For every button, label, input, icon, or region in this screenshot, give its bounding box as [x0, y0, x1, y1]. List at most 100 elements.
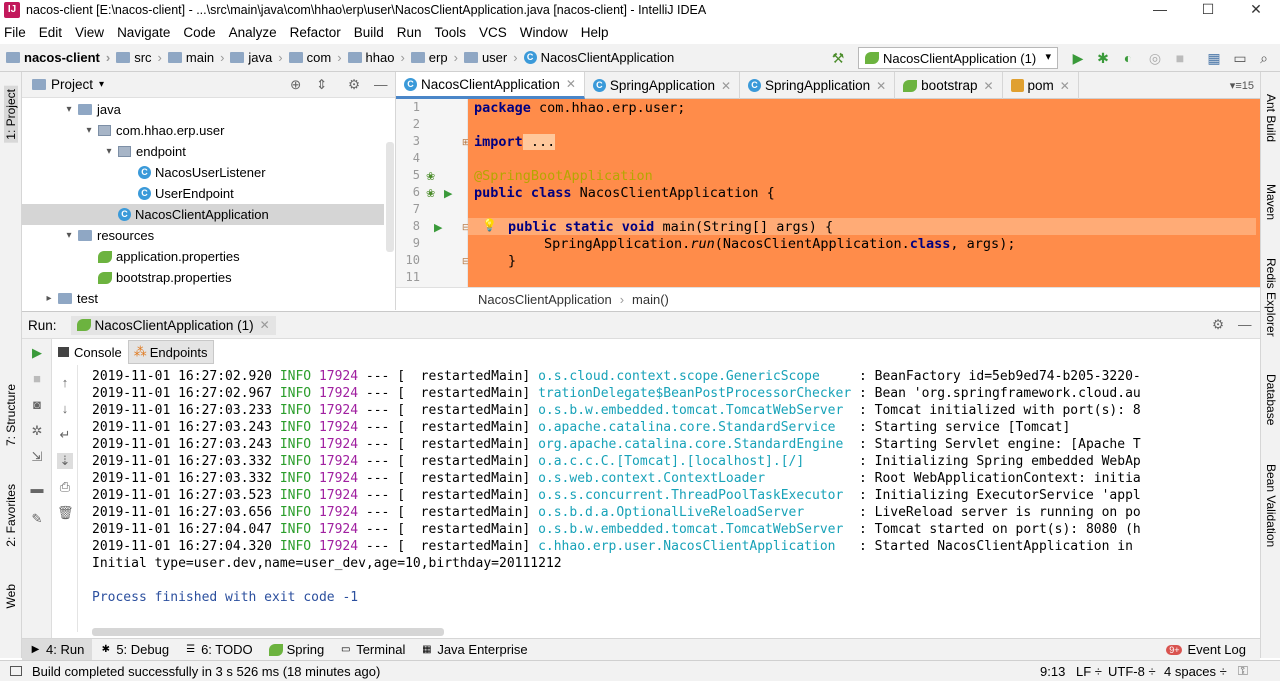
hide-icon[interactable]: — [374, 77, 388, 92]
run-icon[interactable]: ▶ [1070, 50, 1086, 66]
console-output[interactable]: 2019-11-01 16:27:02.920 INFO 17924 --- [ res… [92, 368, 1260, 628]
indent-setting[interactable]: 4 spaces ÷ [1164, 664, 1227, 679]
close-icon[interactable]: ✕ [260, 318, 270, 332]
project-structure-icon[interactable]: ▦ [1206, 50, 1222, 66]
settings-icon[interactable]: ✲ [29, 423, 45, 439]
tree-item[interactable]: ▾ resources [22, 225, 384, 246]
close-icon[interactable]: ✕ [876, 79, 886, 93]
expand-arrow-icon[interactable]: ▾ [62, 230, 76, 241]
close-icon[interactable]: ✕ [566, 77, 576, 91]
tree-item[interactable]: application.properties [22, 246, 384, 267]
menu-run[interactable]: Run [397, 25, 422, 40]
line-separator[interactable]: LF ÷ [1076, 664, 1102, 679]
menu-code[interactable]: Code [183, 25, 215, 40]
menu-help[interactable]: Help [581, 25, 609, 40]
spring-bean-icon[interactable]: ❀ [426, 170, 435, 183]
expand-arrow-icon[interactable]: ▾ [62, 104, 76, 115]
maximize-button[interactable]: ☐ [1184, 0, 1232, 20]
stop-icon[interactable]: ■ [29, 371, 45, 387]
menu-edit[interactable]: Edit [39, 25, 62, 40]
menu-build[interactable]: Build [354, 25, 384, 40]
menu-window[interactable]: Window [520, 25, 568, 40]
run-configuration-select[interactable]: NacosClientApplication (1) ▾ [858, 47, 1058, 69]
tab-endpoints[interactable]: ⁂ Endpoints [127, 340, 214, 364]
tool-tab-bean-validation[interactable]: Bean Validation [1264, 464, 1278, 547]
tab-overflow-button[interactable]: ▾≡15 [1230, 79, 1254, 92]
breadcrumb-project[interactable]: nacos-client › [6, 50, 110, 65]
profile-icon[interactable]: ◎ [1147, 50, 1163, 66]
breadcrumb-src[interactable]: src › [116, 50, 162, 65]
hide-icon[interactable]: — [1238, 317, 1252, 332]
tool-tab-redis-explorer[interactable]: Redis Explorer [1264, 258, 1278, 337]
tool-tab-maven[interactable]: Maven [1264, 184, 1278, 220]
code-editor[interactable]: 1 2 3 4 5 6 7 8 9 10 11 12 ❀ ❀ ▶ ▶ ⊞ ⊟ ⊟… [396, 99, 1260, 287]
search-icon[interactable]: ⌕ [1256, 50, 1272, 66]
toggle-tool-windows-icon[interactable] [10, 666, 22, 676]
up-arrow-icon[interactable]: ↑ [57, 375, 73, 391]
tool-tab-favorites[interactable]: 2: Favorites [4, 484, 18, 547]
run-gutter-icon[interactable]: ▶ [444, 187, 452, 200]
breadcrumb-user[interactable]: user › [463, 50, 518, 65]
coverage-icon[interactable]: ◐ [1120, 50, 1136, 66]
tree-item[interactable]: ▾ java [22, 99, 384, 120]
file-encoding[interactable]: UTF-8 ÷ [1108, 664, 1156, 679]
tab-nacos-client-application[interactable]: C NacosClientApplication ✕ [396, 72, 585, 99]
menu-vcs[interactable]: VCS [479, 25, 507, 40]
tree-item[interactable]: C NacosUserListener [22, 162, 384, 183]
minimize-button[interactable]: — [1136, 0, 1184, 20]
camera-icon[interactable]: ◙ [29, 397, 45, 413]
tool-tab-todo[interactable]: ☰ 6: TODO [177, 639, 261, 661]
tree-item[interactable]: bootstrap.properties [22, 267, 384, 288]
tool-tab-spring[interactable]: Spring [261, 639, 333, 661]
run-gutter-icon[interactable]: ▶ [434, 221, 442, 234]
editor-breadcrumb-class[interactable]: NacosClientApplication [478, 292, 612, 307]
tree-item[interactable]: ▸ test [22, 288, 384, 309]
console-horizontal-scrollbar[interactable] [92, 628, 444, 636]
close-icon[interactable]: ✕ [1060, 79, 1070, 93]
breadcrumb-erp[interactable]: erp › [410, 50, 458, 65]
tool-tab-debug[interactable]: ✱ 5: Debug [92, 639, 177, 661]
expand-arrow-icon[interactable]: ▾ [82, 125, 96, 136]
menu-file[interactable]: File [4, 25, 26, 40]
chevron-down-icon[interactable]: ▾ [99, 79, 104, 90]
close-icon[interactable]: ✕ [983, 79, 993, 93]
tab-bootstrap[interactable]: bootstrap ✕ [895, 72, 1003, 99]
tool-tab-database[interactable]: Database [1264, 374, 1278, 425]
tool-tab-run[interactable]: ▶ 4: Run [22, 638, 93, 661]
expand-arrow-icon[interactable]: ▾ [102, 146, 116, 157]
gear-icon[interactable]: ⚙ [1212, 317, 1224, 333]
gear-icon[interactable]: ⚙ [348, 77, 360, 93]
breadcrumb-java[interactable]: java › [230, 50, 283, 65]
menu-view[interactable]: View [75, 25, 104, 40]
print-icon[interactable]: ⎙ [57, 479, 73, 495]
layout-icon[interactable]: ▬ [29, 481, 45, 497]
tree-item[interactable]: C UserEndpoint [22, 183, 384, 204]
tree-scrollbar[interactable] [386, 142, 394, 252]
tool-tab-structure[interactable]: 7: Structure [4, 384, 18, 446]
spring-bean-icon[interactable]: ❀ [426, 187, 435, 200]
breadcrumb-main[interactable]: main › [167, 50, 224, 65]
collapse-all-icon[interactable]: ⇕ [316, 77, 327, 93]
tree-item[interactable]: ▾ com.hhao.erp.user [22, 120, 384, 141]
code-area[interactable]: 💡 package com.hhao.erp.user; import ... … [468, 99, 1260, 287]
tree-item[interactable]: C NacosClientApplication [22, 204, 384, 225]
run-tab[interactable]: NacosClientApplication (1) ✕ [70, 315, 276, 335]
close-button[interactable]: ✕ [1232, 0, 1280, 20]
pin-icon[interactable]: ✎ [29, 511, 45, 527]
tool-tab-terminal[interactable]: ▭ Terminal [332, 639, 413, 661]
tab-console[interactable]: Console [52, 340, 128, 364]
tool-tab-project[interactable]: 1: Project [4, 86, 18, 143]
close-icon[interactable]: ✕ [721, 79, 731, 93]
expand-arrow-icon[interactable]: ▸ [42, 293, 56, 304]
event-log-button[interactable]: 9+ Event Log [1158, 639, 1254, 661]
breadcrumb-class[interactable]: C NacosClientApplication [523, 50, 674, 65]
terminal-icon[interactable]: ▭ [1232, 50, 1248, 66]
stop-icon[interactable]: ■ [1172, 50, 1188, 66]
project-panel-title[interactable]: Project [51, 77, 93, 92]
breadcrumb-com[interactable]: com › [288, 50, 342, 65]
menu-tools[interactable]: Tools [435, 25, 467, 40]
tab-pom[interactable]: pom ✕ [1003, 72, 1079, 99]
breadcrumb-hhao[interactable]: hhao › [347, 50, 405, 65]
tool-tab-java-enterprise[interactable]: ▦ Java Enterprise [413, 639, 535, 661]
menu-navigate[interactable]: Navigate [117, 25, 170, 40]
